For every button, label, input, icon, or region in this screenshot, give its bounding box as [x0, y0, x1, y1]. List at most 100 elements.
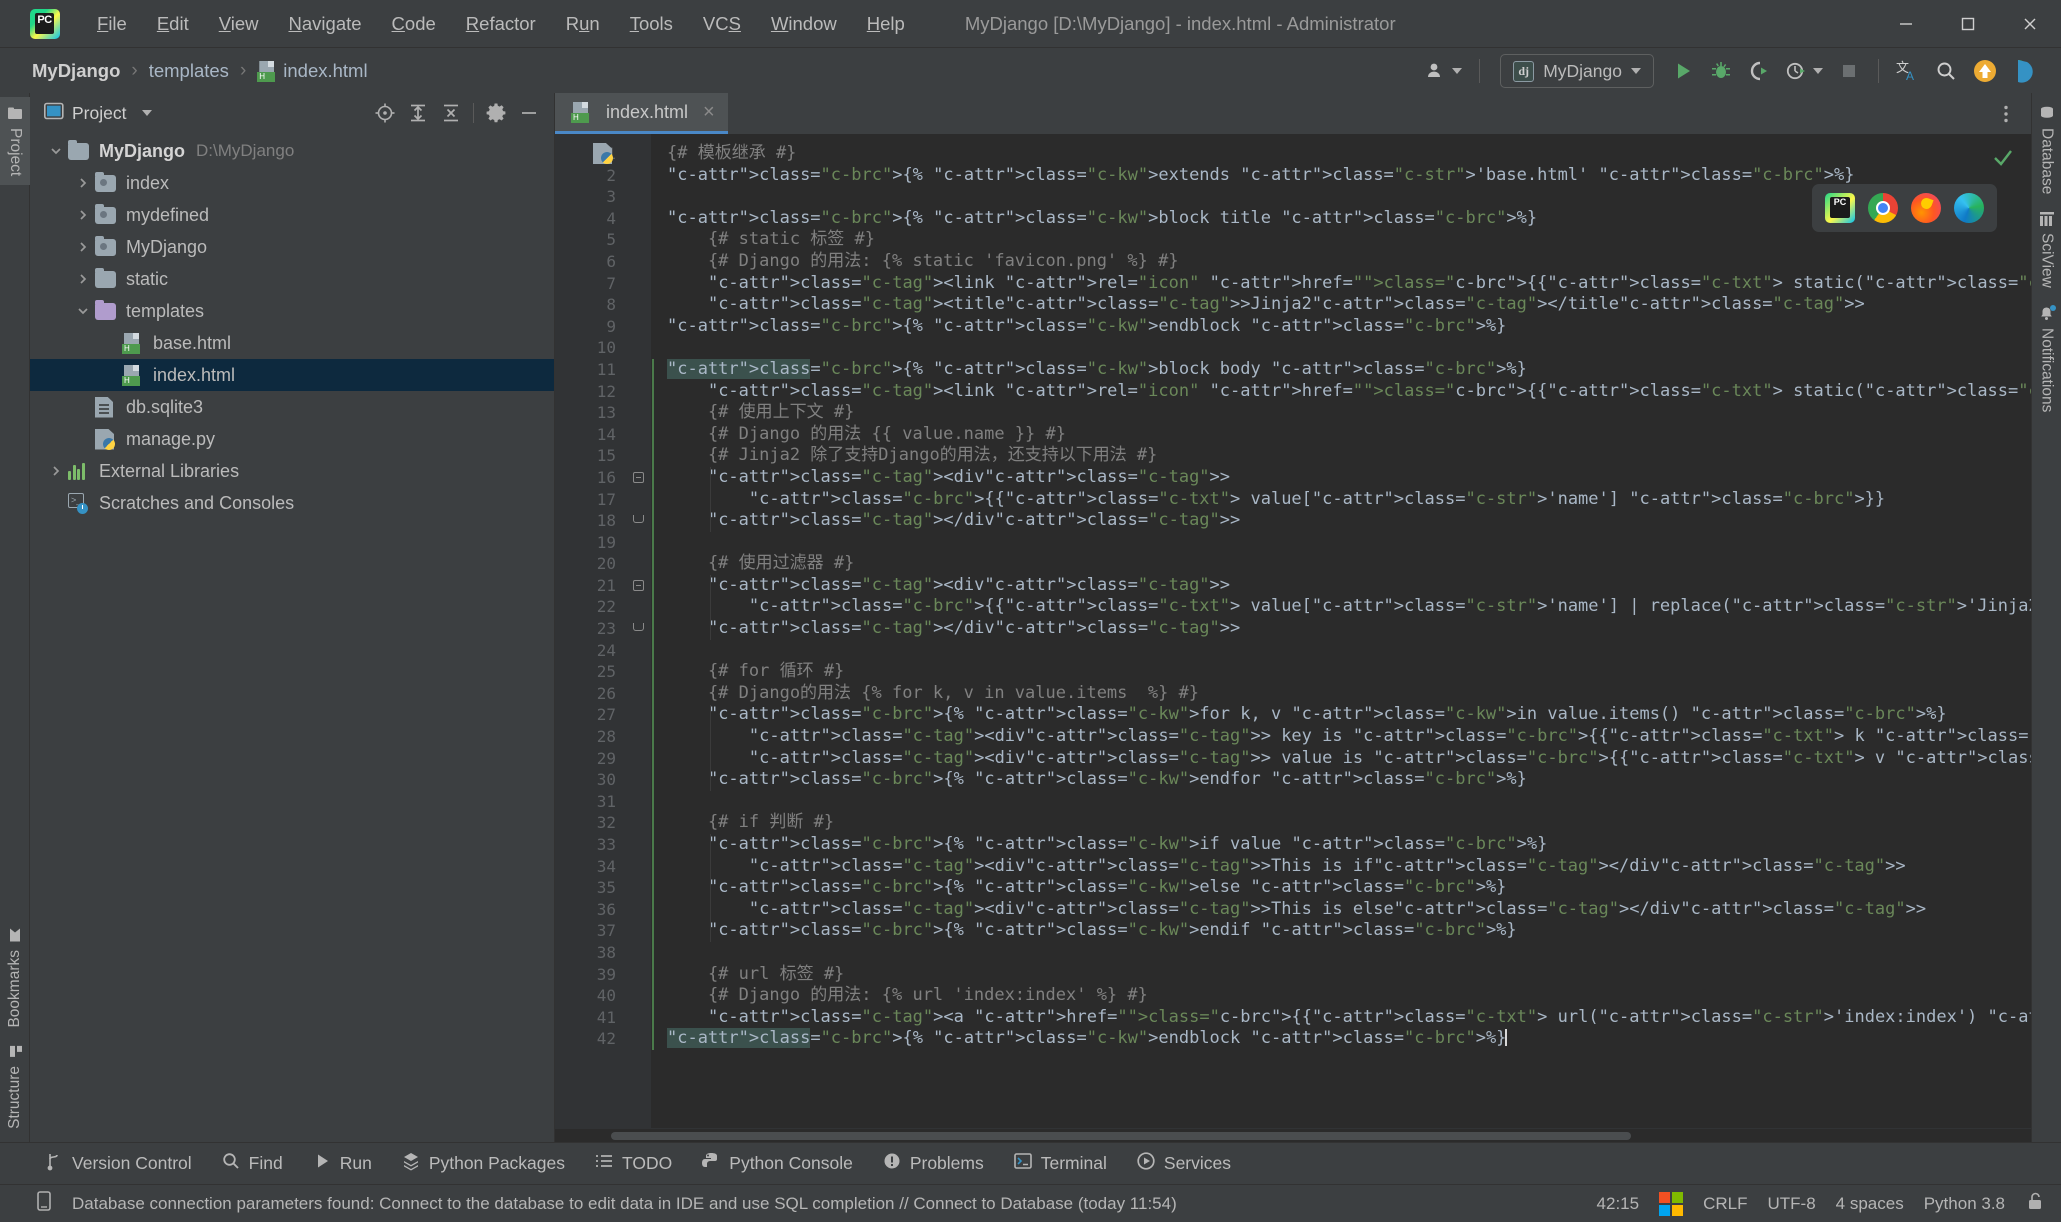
run-with-coverage-button[interactable]	[1742, 54, 1776, 88]
pycharm-preview-icon[interactable]: PC	[1825, 193, 1855, 223]
tree-arrow[interactable]	[71, 241, 95, 253]
project-view-chevron-icon[interactable]	[142, 110, 153, 116]
run-button[interactable]	[1666, 54, 1700, 88]
profile-button[interactable]	[1780, 54, 1828, 88]
inspection-status-ok-icon[interactable]	[1991, 146, 2015, 175]
sidebar-item-bookmarks[interactable]: Bookmarks	[0, 919, 30, 1037]
tool-window-button-python-packages[interactable]: Python Packages	[389, 1146, 577, 1181]
tree-node-mydjango[interactable]: MyDjango D:\MyDjango	[30, 135, 554, 167]
tree-node-scratches-and-consoles[interactable]: >_ Scratches and Consoles	[30, 487, 554, 519]
code-line-19[interactable]	[655, 532, 2031, 554]
code-line-30[interactable]: "c-attr">class="c-brc">{% "c-attr">class…	[655, 769, 2031, 791]
tree-arrow[interactable]	[71, 305, 95, 317]
event-log-icon[interactable]	[34, 1190, 54, 1217]
editor-tab-options-button[interactable]	[1995, 93, 2017, 134]
menu-item-window[interactable]: Window	[756, 7, 852, 41]
code-line-26[interactable]: {# Django的用法 {% for k, v in value.items …	[655, 683, 2031, 705]
code-folding-column[interactable]	[625, 134, 651, 1128]
breadcrumb-item-templates[interactable]: templates	[143, 57, 235, 85]
close-button[interactable]	[1999, 0, 2061, 47]
code-line-37[interactable]: "c-attr">class="c-brc">{% "c-attr">class…	[655, 920, 2031, 942]
fold-end-marker[interactable]	[633, 623, 644, 632]
python-template-icon[interactable]	[593, 143, 613, 168]
sidebar-item-structure[interactable]: Structure	[0, 1036, 30, 1138]
tool-window-button-find[interactable]: Find	[209, 1146, 295, 1181]
tool-window-button-problems[interactable]: Problems	[870, 1146, 996, 1181]
code-line-29[interactable]: "c-attr">class="c-tag"><div"c-attr">clas…	[655, 748, 2031, 770]
code-line-14[interactable]: {# Django 的用法 {{ value.name }} #}	[655, 424, 2031, 446]
minimize-button[interactable]	[1875, 0, 1937, 47]
code-line-41[interactable]: "c-attr">class="c-tag"><a "c-attr">href=…	[655, 1007, 2031, 1029]
menu-item-refactor[interactable]: Refactor	[451, 7, 551, 41]
caret-position[interactable]: 42:15	[1597, 1194, 1640, 1214]
indent-setting[interactable]: 4 spaces	[1836, 1194, 1904, 1214]
tool-window-button-services[interactable]: Services	[1124, 1146, 1243, 1181]
horizontal-scrollbar[interactable]	[555, 1128, 2031, 1142]
tree-arrow[interactable]	[71, 177, 95, 189]
code-line-38[interactable]	[655, 942, 2031, 964]
tool-window-button-run[interactable]: Run	[300, 1146, 384, 1181]
menu-item-file[interactable]: File	[82, 7, 142, 41]
chrome-icon[interactable]	[1868, 193, 1898, 223]
tree-node-external-libraries[interactable]: External Libraries	[30, 455, 554, 487]
code-line-6[interactable]: {# Django 的用法: {% static 'favicon.png' %…	[655, 251, 2031, 273]
update-project-icon[interactable]	[1967, 54, 2003, 88]
code-line-2[interactable]: "c-attr">class="c-brc">{% "c-attr">class…	[655, 165, 2031, 187]
project-tree[interactable]: MyDjango D:\MyDjango index mydefined MyDjang…	[30, 133, 554, 1142]
code-line-5[interactable]: {# static 标签 #}	[655, 229, 2031, 251]
code-line-16[interactable]: "c-attr">class="c-tag"><div"c-attr">clas…	[655, 467, 2031, 489]
run-configuration-selector[interactable]: dj MyDjango	[1500, 54, 1654, 88]
code-line-8[interactable]: "c-attr">class="c-tag"><title"c-attr">cl…	[655, 294, 2031, 316]
code-line-31[interactable]	[655, 791, 2031, 813]
user-avatar-icon[interactable]	[1420, 54, 1467, 88]
sidebar-item-sciview[interactable]: SciView	[2032, 203, 2061, 297]
menu-item-help[interactable]: Help	[852, 7, 920, 41]
fold-end-marker[interactable]	[633, 515, 644, 524]
tree-arrow[interactable]	[71, 209, 95, 221]
hide-panel-icon[interactable]	[514, 98, 544, 128]
fold-collapse-marker[interactable]	[633, 580, 644, 591]
sidebar-item-project[interactable]: Project	[0, 97, 30, 186]
maximize-button[interactable]	[1937, 0, 1999, 47]
code-line-9[interactable]: "c-attr">class="c-brc">{% "c-attr">class…	[655, 316, 2031, 338]
code-line-27[interactable]: "c-attr">class="c-brc">{% "c-attr">class…	[655, 704, 2031, 726]
tree-arrow[interactable]	[71, 273, 95, 285]
code-line-11[interactable]: "c-attr">class="c-brc">{% "c-attr">class…	[655, 358, 2031, 381]
sidebar-item-notifications[interactable]: Notifications	[2032, 297, 2061, 421]
code-line-17[interactable]: "c-attr">class="c-brc">{{"c-attr">class=…	[655, 489, 2031, 511]
code-line-1[interactable]: {# 模板继承 #}	[655, 143, 2031, 165]
code-line-36[interactable]: "c-attr">class="c-tag"><div"c-attr">clas…	[655, 899, 2031, 921]
code-line-7[interactable]: "c-attr">class="c-tag"><link "c-attr">re…	[655, 273, 2031, 295]
tree-node-db-sqlite3[interactable]: db.sqlite3	[30, 391, 554, 423]
code-line-20[interactable]: {# 使用过滤器 #}	[655, 553, 2031, 575]
code-editor[interactable]: 1234567891011121314151617181920212223242…	[555, 134, 2031, 1128]
tree-node-mydjango[interactable]: MyDjango	[30, 231, 554, 263]
tool-window-button-version-control[interactable]: Version Control	[32, 1146, 204, 1181]
fold-collapse-marker[interactable]	[633, 472, 644, 483]
tool-window-button-todo[interactable]: TODO	[582, 1146, 684, 1181]
tool-window-button-terminal[interactable]: Terminal	[1001, 1146, 1119, 1181]
menu-item-code[interactable]: Code	[377, 7, 451, 41]
tree-node-index-html[interactable]: Hindex.html	[30, 359, 554, 391]
settings-gear-icon[interactable]	[481, 98, 511, 128]
code-line-32[interactable]: {# if 判断 #}	[655, 812, 2031, 834]
breadcrumb-item-index-html[interactable]: Hindex.html	[251, 57, 373, 85]
code-line-25[interactable]: {# for 循环 #}	[655, 661, 2031, 683]
code-line-10[interactable]	[655, 337, 2031, 359]
code-line-18[interactable]: "c-attr">class="c-tag"></div"c-attr">cla…	[655, 510, 2031, 532]
menu-item-navigate[interactable]: Navigate	[274, 7, 377, 41]
code-line-34[interactable]: "c-attr">class="c-tag"><div"c-attr">clas…	[655, 856, 2031, 878]
code-line-28[interactable]: "c-attr">class="c-tag"><div"c-attr">clas…	[655, 726, 2031, 748]
close-icon[interactable]: ×	[703, 102, 715, 122]
menu-item-tools[interactable]: Tools	[615, 7, 688, 41]
sidebar-item-database[interactable]: Database	[2032, 97, 2061, 203]
breadcrumb-item-mydjango[interactable]: MyDjango	[26, 57, 126, 85]
tree-node-mydefined[interactable]: mydefined	[30, 199, 554, 231]
firefox-icon[interactable]	[1911, 193, 1941, 223]
editor-tab-index-html[interactable]: H index.html ×	[555, 93, 728, 134]
menu-item-run[interactable]: Run	[551, 7, 615, 41]
translate-icon[interactable]: 文 A	[1891, 54, 1925, 88]
tree-arrow[interactable]	[44, 465, 68, 477]
python-interpreter[interactable]: Python 3.8	[1924, 1194, 2005, 1214]
code-line-23[interactable]: "c-attr">class="c-tag"></div"c-attr">cla…	[655, 618, 2031, 640]
